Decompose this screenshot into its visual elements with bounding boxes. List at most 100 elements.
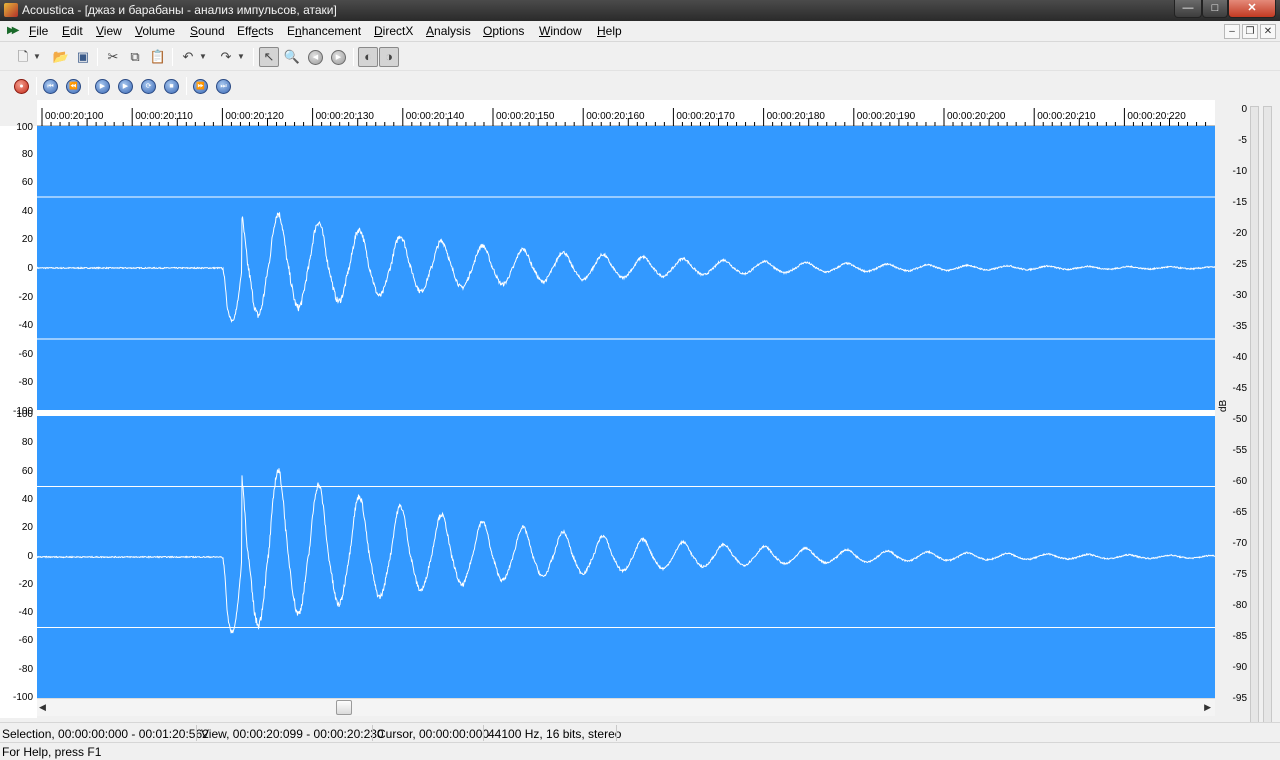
record-icon[interactable]: ● bbox=[14, 79, 29, 94]
title-bar: Acoustica - [джаз и барабаны - анализ им… bbox=[0, 0, 1280, 21]
ruler-label: 00:00:20:140 bbox=[406, 111, 465, 122]
menu-edit[interactable]: Edit bbox=[62, 24, 83, 38]
menu-file[interactable]: File bbox=[29, 24, 48, 38]
redo-dropdown-icon[interactable]: ▼ bbox=[235, 47, 247, 67]
window-title: Acoustica - [джаз и барабаны - анализ им… bbox=[22, 3, 337, 17]
app-icon bbox=[4, 3, 18, 17]
scrub-forward-icon[interactable]: ▶ bbox=[331, 50, 346, 65]
level-meter: 0 -5 -10 -15 -20 -25 -30 -35 -40 -45 -50 -55 -60 -65 -… bbox=[1215, 100, 1280, 742]
copy-icon[interactable]: ⧉ bbox=[125, 47, 145, 67]
axis-label: -40 bbox=[18, 607, 33, 619]
axis-label: 100 bbox=[16, 122, 33, 133]
new-dropdown-icon[interactable]: ▼ bbox=[31, 47, 43, 67]
meter-label: -40 bbox=[1232, 352, 1247, 363]
play-selection-icon[interactable]: ▶ bbox=[118, 79, 133, 94]
scrub-back-icon[interactable]: ◀ bbox=[308, 50, 323, 65]
axis-label: 0 bbox=[27, 550, 33, 562]
select-pointer-icon[interactable]: ↖ bbox=[259, 47, 279, 67]
menu-view[interactable]: View bbox=[96, 24, 122, 38]
meter-label: 0 bbox=[1241, 104, 1247, 115]
menu-options[interactable]: Options bbox=[483, 24, 524, 38]
undo-dropdown-icon[interactable]: ▼ bbox=[197, 47, 209, 67]
fast-forward-icon[interactable]: ⏩ bbox=[193, 79, 208, 94]
axis-label: 60 bbox=[21, 465, 33, 477]
ruler-label: 00:00:20:100 bbox=[45, 111, 104, 122]
meter-label: -20 bbox=[1232, 228, 1247, 239]
save-icon[interactable]: ▣ bbox=[73, 47, 93, 67]
menu-sound[interactable]: Sound bbox=[190, 24, 225, 38]
play-icon[interactable]: ▶ bbox=[95, 79, 110, 94]
help-text: For Help, press F1 bbox=[2, 745, 102, 759]
status-cursor: Cursor, 00:00:00:000 bbox=[377, 727, 490, 741]
scroll-right-arrow[interactable]: ▶ bbox=[1204, 702, 1211, 713]
right-channel-icon[interactable]: ◑ bbox=[379, 47, 399, 67]
menu-enhancement[interactable]: Enhancement bbox=[287, 24, 361, 38]
forward-end-icon[interactable]: ⏭ bbox=[216, 79, 231, 94]
meter-bar-right bbox=[1263, 106, 1272, 736]
mdi-close-button[interactable]: ✕ bbox=[1260, 24, 1276, 39]
time-ruler[interactable]: 00:00:20:100 00:00:20:110 00:00:20:120 00:0… bbox=[37, 100, 1215, 126]
rewind-start-icon[interactable]: ⏮ bbox=[43, 79, 58, 94]
mdi-minimize-button[interactable]: – bbox=[1224, 24, 1240, 39]
axis-label: -80 bbox=[18, 663, 33, 675]
menu-directx[interactable]: DirectX bbox=[374, 24, 413, 38]
axis-label: 100 bbox=[16, 409, 33, 420]
menu-analysis[interactable]: Analysis bbox=[426, 24, 471, 38]
undo-icon[interactable]: ↶ bbox=[178, 47, 198, 67]
scroll-thumb[interactable] bbox=[336, 700, 352, 715]
meter-label: -65 bbox=[1232, 507, 1247, 518]
ruler-label: 00:00:20:180 bbox=[767, 111, 826, 122]
amplitude-axis: 100 80 60 40 20 0 -20 -40 -60 -80 -100 100 80 60 40 20 0… bbox=[0, 122, 37, 718]
axis-label: 60 bbox=[21, 177, 33, 189]
axis-label: 80 bbox=[21, 148, 33, 160]
meter-label: -5 bbox=[1238, 135, 1247, 146]
waveform-display[interactable] bbox=[37, 126, 1215, 698]
ruler-label: 00:00:20:220 bbox=[1127, 111, 1186, 122]
ruler-label: 00:00:20:120 bbox=[225, 111, 284, 122]
meter-label: -85 bbox=[1232, 631, 1247, 642]
mdi-restore-button[interactable]: ❐ bbox=[1242, 24, 1258, 39]
menu-volume[interactable]: Volume bbox=[135, 24, 175, 38]
menu-bar: ▶▶ File Edit View Volume Sound Effects E… bbox=[0, 21, 1280, 42]
help-bar: For Help, press F1 bbox=[0, 742, 1280, 760]
meter-label: -55 bbox=[1232, 445, 1247, 456]
ruler-label: 00:00:20:150 bbox=[496, 111, 555, 122]
axis-label: 40 bbox=[21, 205, 33, 217]
zoom-icon[interactable]: 🔍 bbox=[282, 47, 302, 67]
open-folder-icon[interactable]: 📂 bbox=[51, 47, 71, 67]
axis-label: -60 bbox=[18, 348, 33, 360]
meter-label: -15 bbox=[1232, 197, 1247, 208]
rewind-icon[interactable]: ⏪ bbox=[66, 79, 81, 94]
meter-bar-left bbox=[1250, 106, 1259, 736]
menu-window[interactable]: Window bbox=[539, 24, 582, 38]
document-icon: ▶▶ bbox=[7, 25, 20, 36]
redo-icon[interactable]: ↷ bbox=[216, 47, 236, 67]
meter-label: -60 bbox=[1232, 476, 1247, 487]
scroll-left-arrow[interactable]: ◀ bbox=[39, 702, 46, 713]
meter-label: -35 bbox=[1232, 321, 1247, 332]
stop-icon[interactable]: ■ bbox=[164, 79, 179, 94]
horizontal-scrollbar[interactable]: ◀ ▶ bbox=[37, 698, 1215, 716]
meter-label: -45 bbox=[1232, 383, 1247, 394]
ruler-label: 00:00:20:200 bbox=[947, 111, 1006, 122]
minimize-button[interactable]: — bbox=[1174, 0, 1202, 18]
ruler-label: 00:00:20:160 bbox=[586, 111, 645, 122]
new-document-icon[interactable]: 🗋 bbox=[13, 47, 33, 67]
axis-label: -80 bbox=[18, 377, 33, 389]
cut-icon[interactable]: ✂ bbox=[103, 47, 123, 67]
menu-effects[interactable]: Effects bbox=[237, 24, 274, 38]
ruler-label: 00:00:20:130 bbox=[316, 111, 375, 122]
status-view: View, 00:00:20:099 - 00:00:20:230 bbox=[201, 727, 384, 741]
axis-label: 40 bbox=[21, 493, 33, 505]
close-button[interactable]: ✕ bbox=[1228, 0, 1276, 18]
loop-icon[interactable]: ⟳ bbox=[141, 79, 156, 94]
menu-help[interactable]: Help bbox=[597, 24, 622, 38]
meter-label: -25 bbox=[1232, 259, 1247, 270]
left-channel-icon[interactable]: ◐ bbox=[358, 47, 378, 67]
meter-label: -70 bbox=[1232, 538, 1247, 549]
meter-label: -75 bbox=[1232, 569, 1247, 580]
paste-icon[interactable]: 📋 bbox=[148, 47, 168, 67]
meter-label: -95 bbox=[1232, 693, 1247, 704]
axis-label: 20 bbox=[21, 522, 33, 534]
maximize-button[interactable]: □ bbox=[1202, 0, 1228, 18]
